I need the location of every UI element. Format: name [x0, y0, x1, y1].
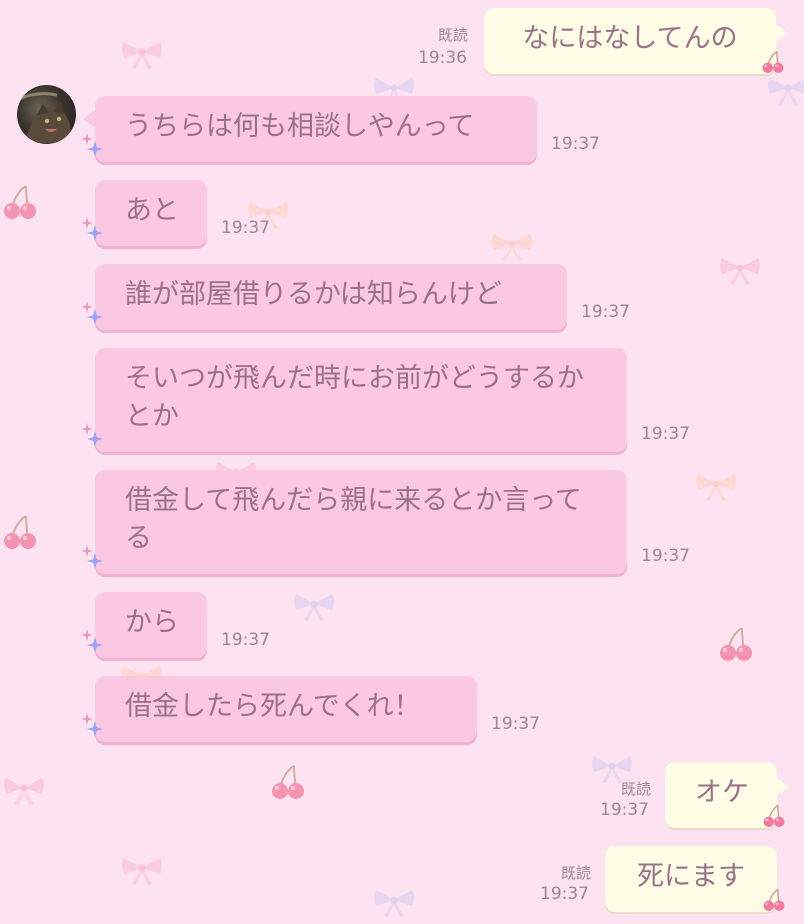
message-timestamp: 19:37	[581, 302, 630, 322]
bow-icon	[118, 852, 166, 888]
message-timestamp: 19:37	[491, 714, 540, 734]
message-timestamp: 19:37	[551, 134, 600, 154]
cherry-icon	[761, 802, 787, 840]
bow-icon	[716, 252, 764, 288]
message-text: うちらは何も相談しやんって	[125, 111, 475, 142]
read-receipt: 既読	[437, 26, 468, 44]
message-bubble[interactable]: そいつが飛んだ時にお前がどうするかとか	[81, 348, 627, 452]
sparkle-icon	[81, 542, 103, 580]
message-text: そいつが飛んだ時にお前がどうするかとか	[125, 363, 584, 432]
message-timestamp: 19:37	[540, 884, 589, 904]
message-text: 死にます	[637, 861, 745, 892]
sparkle-icon	[81, 298, 103, 336]
bubble-tail	[83, 110, 96, 128]
cat-photo-icon	[18, 92, 71, 143]
sparkle-icon	[81, 626, 103, 664]
message-bubble[interactable]: あと	[81, 180, 207, 246]
read-receipt: 既読	[560, 864, 591, 882]
cherry-icon	[761, 886, 787, 924]
avatar[interactable]	[17, 85, 76, 144]
bow-icon	[692, 468, 740, 504]
message-bubble[interactable]: オケ	[665, 762, 789, 828]
sparkle-icon	[81, 420, 103, 458]
bow-icon	[370, 884, 418, 920]
message-bubble[interactable]: なにはなしてんの	[484, 8, 788, 74]
message-bubble[interactable]: 借金したら死んでくれ！	[81, 676, 477, 742]
bow-icon	[488, 228, 536, 264]
message-timestamp: 19:37	[600, 800, 649, 820]
bow-icon	[0, 772, 48, 808]
message-text: あと	[125, 195, 179, 226]
message-bubble[interactable]: 誰が部屋借りるかは知らんけど	[81, 264, 567, 330]
message-text: オケ	[695, 777, 749, 808]
message-bubble[interactable]: から	[81, 592, 207, 658]
message-timestamp: 19:37	[221, 630, 270, 650]
cherry-icon	[268, 762, 308, 802]
sparkle-icon	[81, 130, 103, 168]
cherry-icon	[716, 624, 756, 664]
message-bubble[interactable]: 死にます	[605, 846, 785, 912]
message-timestamp: 19:36	[418, 48, 467, 68]
message-text: 借金したら死んでくれ！	[125, 691, 421, 722]
bubble-tail	[776, 778, 789, 796]
message-timestamp: 19:37	[221, 218, 270, 238]
sparkle-icon	[81, 214, 103, 252]
message-text: から	[125, 607, 179, 638]
message-text: なにはなしてんの	[522, 23, 738, 54]
message-text: 誰が部屋借りるかは知らんけど	[125, 279, 502, 310]
read-receipt: 既読	[620, 780, 651, 798]
cherry-icon	[760, 48, 786, 86]
bow-icon	[118, 36, 166, 72]
bow-icon	[290, 588, 338, 624]
message-text: 借金して飛んだら親に来るとか言ってる	[125, 485, 582, 554]
bubble-tail	[775, 24, 788, 42]
cherry-icon	[0, 182, 40, 222]
message-timestamp: 19:37	[641, 424, 690, 444]
sparkle-icon	[81, 710, 103, 748]
cherry-icon	[0, 512, 40, 552]
message-bubble[interactable]: うちらは何も相談しやんって	[81, 96, 537, 162]
message-timestamp: 19:37	[641, 546, 690, 566]
message-bubble[interactable]: 借金して飛んだら親に来るとか言ってる	[81, 470, 627, 574]
